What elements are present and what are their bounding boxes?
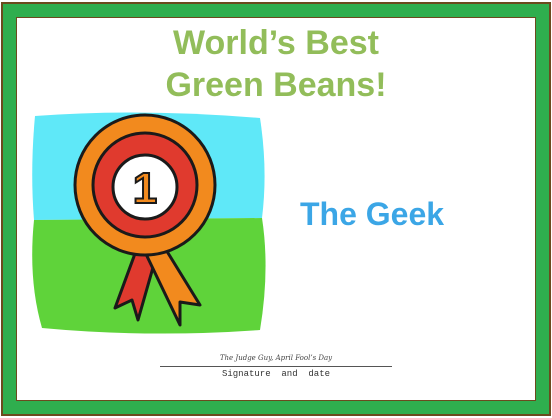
certificate-title: World’s Best Green Beans!	[0, 22, 552, 106]
signature: The Judge Guy, April Fool’s Day	[219, 354, 333, 362]
title-line-1: World’s Best	[173, 24, 379, 62]
recipient-name: The Geek	[300, 196, 445, 232]
signature-line	[160, 366, 392, 367]
medal-ribbon-image: 1	[32, 112, 266, 334]
medal-number: 1	[133, 164, 157, 213]
signature-label: Signature and date	[221, 369, 331, 379]
